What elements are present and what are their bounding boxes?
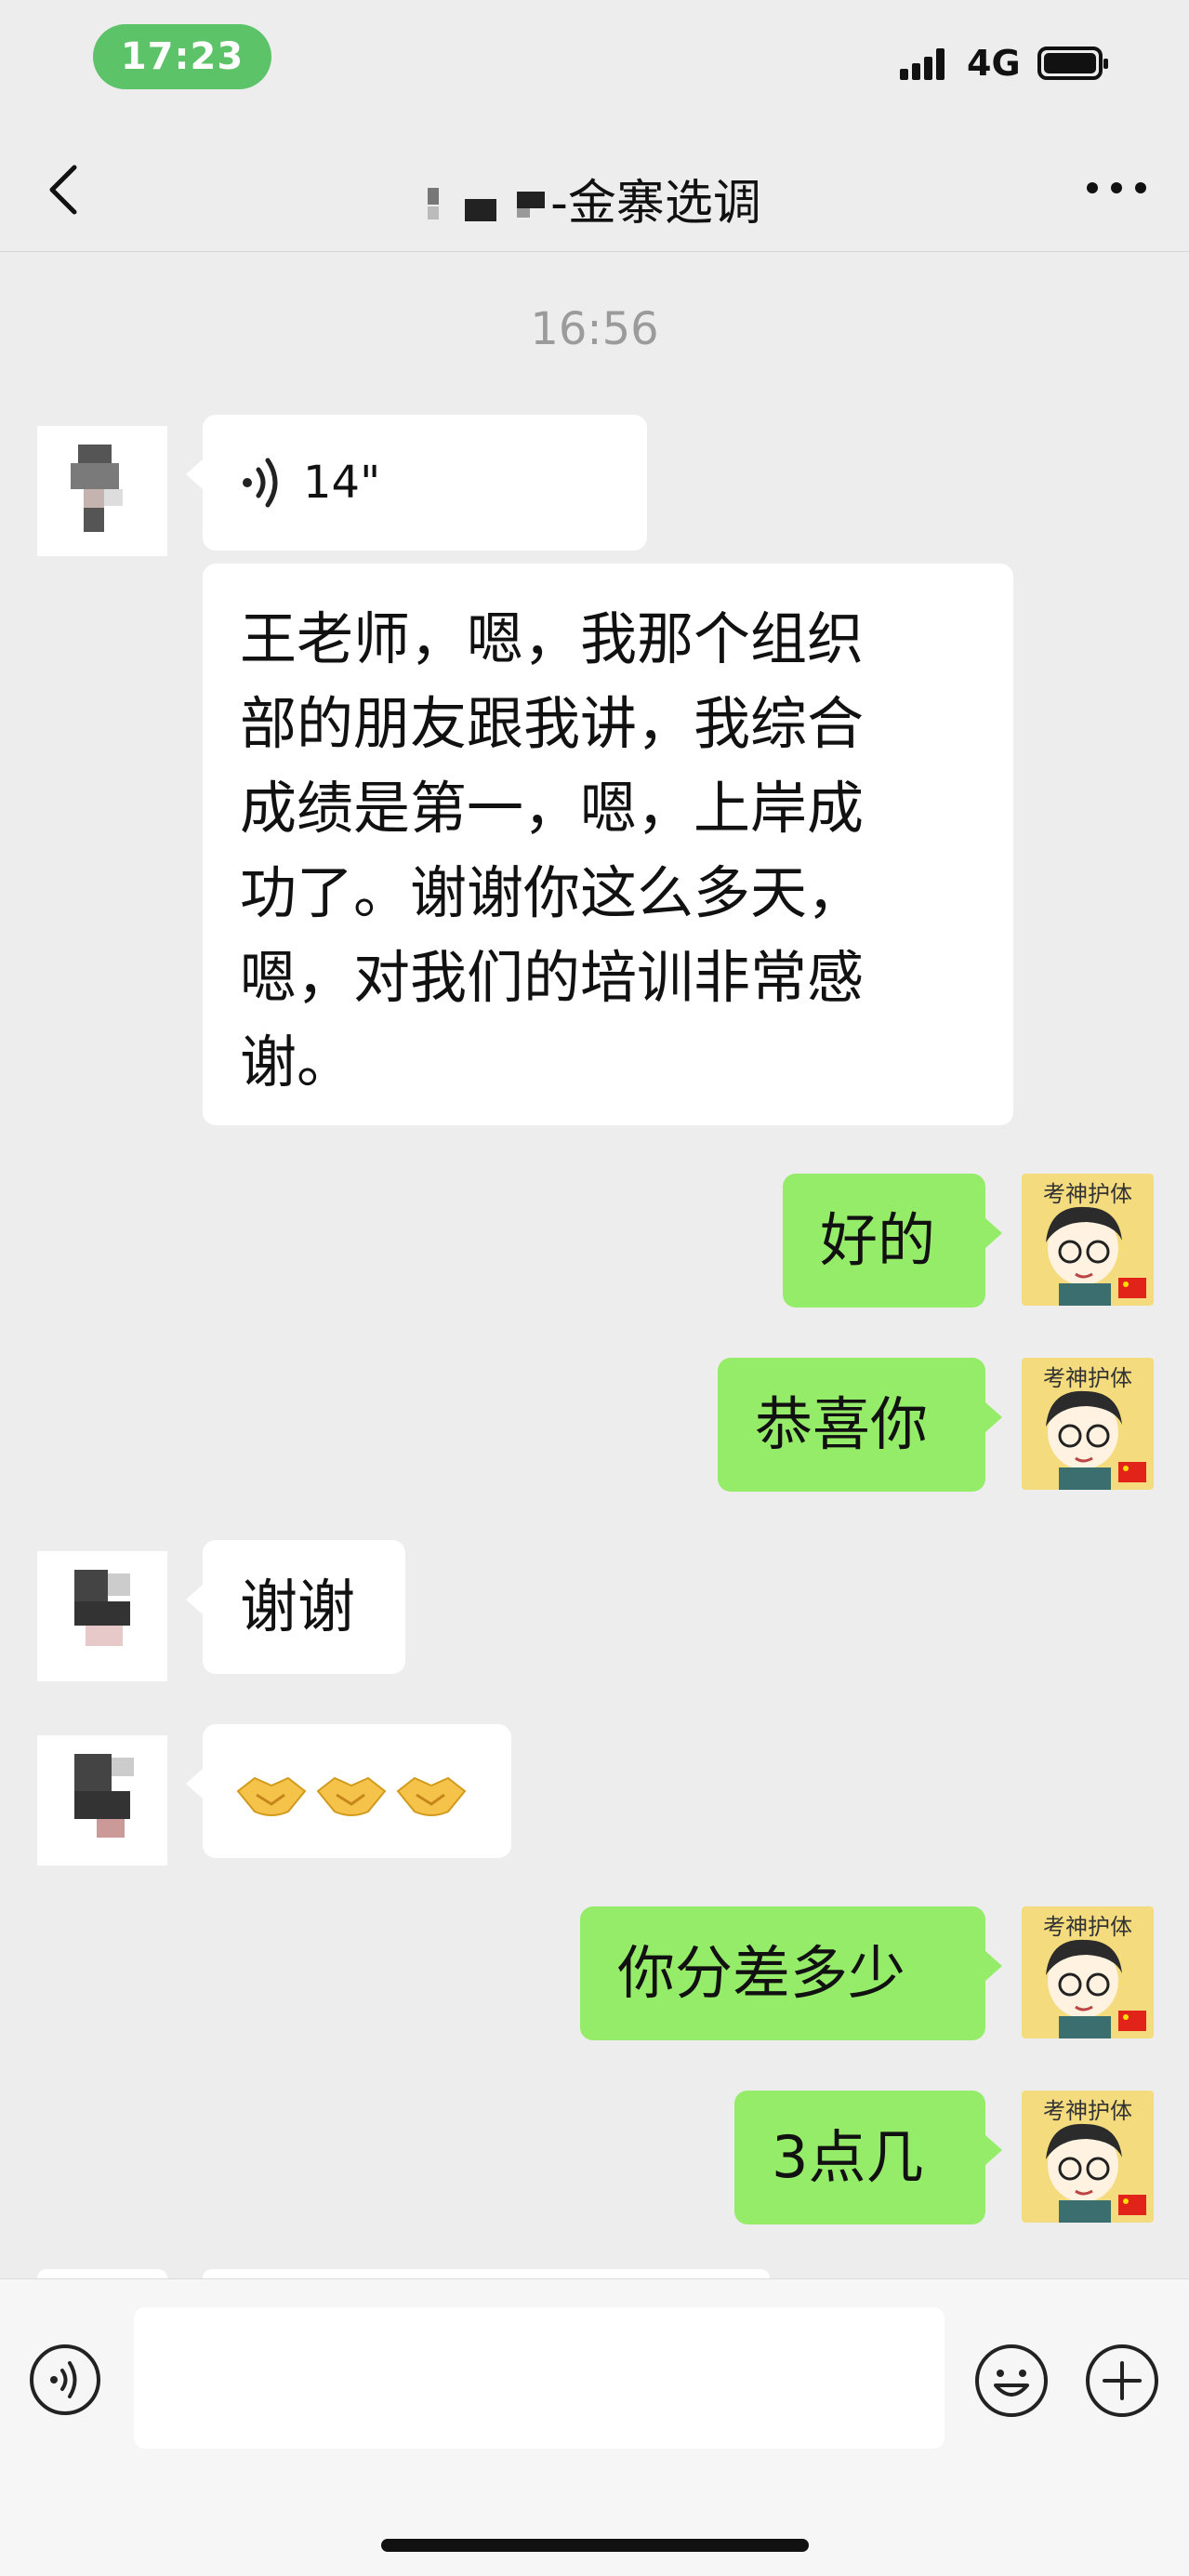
network-label: 4G — [967, 43, 1021, 84]
svg-text:考神护体: 考神护体 — [1043, 1181, 1132, 1207]
transcript-line: 谢。 — [240, 1029, 354, 1095]
contact-avatar[interactable] — [37, 426, 167, 556]
status-time: 17:23 — [93, 24, 271, 89]
voice-message-bubble[interactable]: 14" — [186, 415, 647, 551]
home-indicator — [381, 2539, 809, 2552]
message-timestamp: 16:56 — [530, 303, 659, 355]
transcript-line: 部的朋友跟我讲，我综合 — [240, 691, 865, 757]
user-avatar[interactable]: 考神护体 — [1022, 1174, 1154, 1306]
contact-avatar[interactable] — [37, 1551, 167, 1681]
avatar-cartoon-icon: 考神护体 — [1043, 1181, 1146, 1306]
user-avatar[interactable]: 考神护体 — [1022, 1906, 1154, 2038]
handshake-emoji-icon — [236, 1776, 307, 1816]
avatar-cartoon-icon: 考神护体 — [1043, 2098, 1146, 2223]
message-input-bar — [0, 2278, 1189, 2576]
battery-icon — [1037, 46, 1108, 80]
contact-avatar[interactable] — [37, 1735, 167, 1866]
incoming-emoji-bubble[interactable]: 🤝🤝🤝 — [186, 1724, 511, 1858]
status-bar: 17:23 4G — [0, 0, 1189, 130]
outgoing-message-bubble[interactable]: 好的 — [783, 1174, 1002, 1308]
censored-name-mosaic — [428, 182, 548, 225]
avatar-cartoon-icon: 考神护体 — [1043, 1914, 1146, 2038]
user-avatar[interactable]: 考神护体 — [1022, 2091, 1154, 2223]
emoji-icon[interactable] — [973, 2343, 1050, 2419]
transcript-line: 嗯，对我们的培训非常感 — [240, 945, 865, 1011]
message-input[interactable] — [134, 2307, 945, 2449]
user-avatar[interactable]: 考神护体 — [1022, 1358, 1154, 1490]
voice-wave-icon — [243, 458, 278, 508]
outgoing-message-bubble[interactable]: 3点几 — [734, 2091, 1002, 2224]
plus-icon[interactable] — [1084, 2343, 1160, 2419]
svg-text:考神护体: 考神护体 — [1043, 1365, 1132, 1391]
transcript-line: 功了。谢谢你这么多天， — [240, 860, 865, 926]
chat-title: -金寨选调 — [0, 164, 1189, 233]
handshake-emoji-icon — [316, 1776, 387, 1816]
transcript-line: 王老师，嗯，我那个组织 — [240, 606, 865, 672]
chat-header: -金寨选调 — [0, 130, 1189, 252]
svg-text:考神护体: 考神护体 — [1043, 2098, 1132, 2124]
signal-icon — [900, 48, 956, 80]
outgoing-message-bubble[interactable]: 你分差多少 — [580, 1906, 1002, 2040]
svg-text:考神护体: 考神护体 — [1043, 1914, 1132, 1940]
chat-title-text: -金寨选调 — [550, 176, 761, 232]
more-options-icon[interactable] — [1083, 179, 1150, 197]
voice-duration: 14" — [303, 457, 381, 509]
outgoing-message-bubble[interactable]: 恭喜你 — [718, 1358, 1002, 1492]
avatar-cartoon-icon: 考神护体 — [1043, 1365, 1146, 1490]
voice-input-icon[interactable] — [28, 2343, 102, 2417]
voice-transcript-bubble[interactable]: 王老师，嗯，我那个组织 部的朋友跟我讲，我综合 成绩是第一，嗯，上岸成 功了。谢… — [203, 564, 1013, 1125]
incoming-message-bubble[interactable]: 谢谢 — [186, 1540, 405, 1674]
handshake-emoji-icon — [396, 1776, 467, 1816]
transcript-line: 成绩是第一，嗯，上岸成 — [240, 776, 865, 842]
